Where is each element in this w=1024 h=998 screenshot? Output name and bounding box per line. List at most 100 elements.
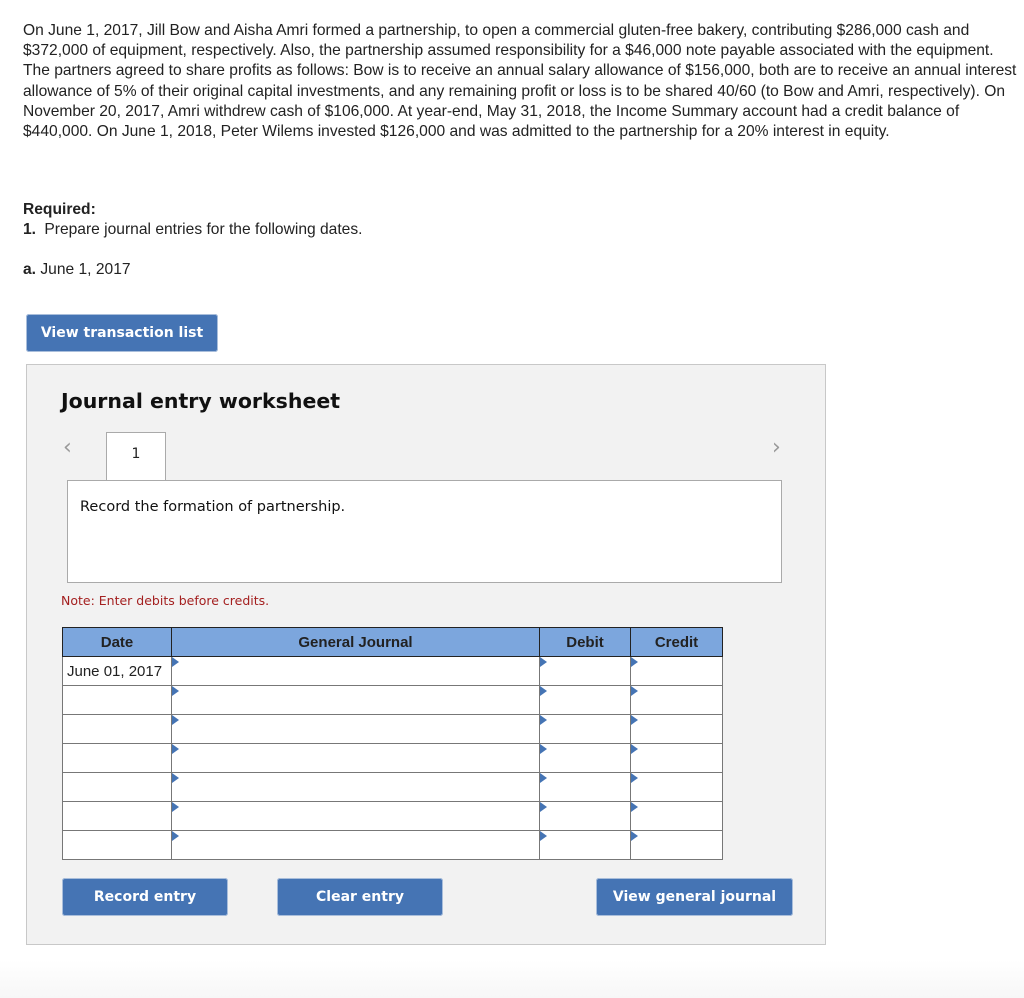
credit-input[interactable]: [631, 773, 722, 801]
dropdown-marker-icon: [172, 773, 179, 783]
journal-row: [62, 801, 723, 831]
clear-entry-button[interactable]: Clear entry: [277, 878, 443, 916]
dropdown-marker-icon: [631, 715, 638, 725]
date-cell: [62, 801, 172, 831]
entry-description: Record the formation of partnership.: [80, 499, 346, 515]
date-value: [63, 808, 67, 825]
debit-input[interactable]: [540, 831, 630, 859]
sub-item-label: a.: [23, 261, 37, 278]
account-input[interactable]: [172, 715, 539, 743]
debit-cell: [539, 743, 631, 773]
debit-credit-note: Note: Enter debits before credits.: [61, 593, 270, 608]
credit-input[interactable]: [631, 686, 722, 714]
dropdown-marker-icon: [172, 744, 179, 754]
journal-row: [62, 772, 723, 802]
credit-cell: [630, 743, 723, 773]
debit-cell: [539, 830, 631, 860]
date-value: [63, 779, 67, 796]
journal-row: June 01, 2017: [62, 656, 723, 686]
sub-item: a. June 1, 2017: [23, 261, 131, 279]
credit-input[interactable]: [631, 657, 722, 685]
general-journal-cell: [171, 685, 540, 715]
dropdown-marker-icon: [540, 802, 547, 812]
debit-input[interactable]: [540, 715, 630, 743]
date-cell: [62, 685, 172, 715]
credit-input[interactable]: [631, 831, 722, 859]
required-item-number: 1.: [23, 221, 37, 238]
general-journal-cell: [171, 772, 540, 802]
debit-cell: [539, 685, 631, 715]
account-input[interactable]: [172, 657, 539, 685]
chevron-right-icon[interactable]: ›: [772, 435, 781, 460]
date-value: [63, 721, 67, 738]
debit-input[interactable]: [540, 657, 630, 685]
account-input[interactable]: [172, 686, 539, 714]
debit-input[interactable]: [540, 744, 630, 772]
dropdown-marker-icon: [540, 773, 547, 783]
tab-entry-1[interactable]: 1: [106, 432, 166, 480]
journal-row: [62, 714, 723, 744]
debit-input[interactable]: [540, 686, 630, 714]
credit-cell: [630, 772, 723, 802]
account-input[interactable]: [172, 831, 539, 859]
dropdown-marker-icon: [540, 744, 547, 754]
view-transaction-list-button[interactable]: View transaction list: [26, 314, 218, 352]
required-heading: Required:: [23, 201, 96, 218]
dropdown-marker-icon: [631, 744, 638, 754]
view-general-journal-button[interactable]: View general journal: [596, 878, 793, 916]
credit-cell: [630, 685, 723, 715]
credit-input[interactable]: [631, 715, 722, 743]
account-input[interactable]: [172, 744, 539, 772]
general-journal-cell: [171, 714, 540, 744]
dropdown-marker-icon: [172, 657, 179, 667]
dropdown-marker-icon: [631, 802, 638, 812]
worksheet-title: Journal entry worksheet: [61, 389, 341, 413]
chevron-left-icon[interactable]: ‹: [63, 435, 72, 460]
date-value: [63, 750, 67, 767]
journal-entry-worksheet: Journal entry worksheet ‹ › 1 Record the…: [26, 364, 826, 945]
date-cell: [62, 743, 172, 773]
debit-cell: [539, 772, 631, 802]
column-header-date: Date: [62, 627, 172, 657]
date-cell: [62, 772, 172, 802]
sub-item-date: June 1, 2017: [40, 261, 131, 278]
credit-cell: [630, 830, 723, 860]
record-entry-button[interactable]: Record entry: [62, 878, 228, 916]
dropdown-marker-icon: [540, 657, 547, 667]
journal-row: [62, 743, 723, 773]
dropdown-marker-icon: [540, 686, 547, 696]
dropdown-marker-icon: [631, 657, 638, 667]
dropdown-marker-icon: [631, 831, 638, 841]
dropdown-marker-icon: [631, 686, 638, 696]
date-cell: [62, 714, 172, 744]
credit-input[interactable]: [631, 744, 722, 772]
column-header-debit: Debit: [539, 627, 631, 657]
dropdown-marker-icon: [172, 802, 179, 812]
dropdown-marker-icon: [540, 715, 547, 725]
required-item: 1. Prepare journal entries for the follo…: [23, 221, 362, 239]
dropdown-marker-icon: [631, 773, 638, 783]
dropdown-marker-icon: [172, 686, 179, 696]
debit-cell: [539, 801, 631, 831]
credit-cell: [630, 714, 723, 744]
credit-cell: [630, 801, 723, 831]
general-journal-cell: [171, 656, 540, 686]
date-value: [63, 692, 67, 709]
journal-row: [62, 830, 723, 860]
dropdown-marker-icon: [540, 831, 547, 841]
dropdown-marker-icon: [172, 831, 179, 841]
debit-cell: [539, 656, 631, 686]
date-value: June 01, 2017: [67, 662, 163, 680]
debit-input[interactable]: [540, 773, 630, 801]
credit-input[interactable]: [631, 802, 722, 830]
entry-description-box: Record the formation of partnership.: [67, 480, 782, 583]
date-cell: [62, 830, 172, 860]
account-input[interactable]: [172, 773, 539, 801]
account-input[interactable]: [172, 802, 539, 830]
general-journal-cell: [171, 801, 540, 831]
debit-input[interactable]: [540, 802, 630, 830]
credit-cell: [630, 656, 723, 686]
journal-table: Date General Journal Debit Credit June 0…: [62, 627, 723, 860]
journal-header-row: Date General Journal Debit Credit: [62, 627, 723, 657]
debit-cell: [539, 714, 631, 744]
